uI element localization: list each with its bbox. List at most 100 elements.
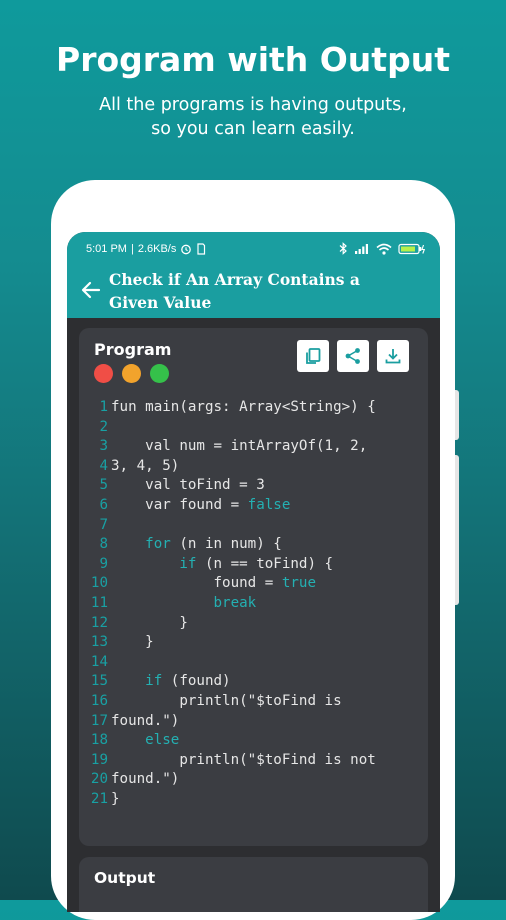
code-text: if (n == toFind) { — [179, 555, 334, 572]
code-keyword: break — [213, 594, 257, 611]
promo-subtitle-line1: All the programs is having outputs, — [99, 95, 407, 115]
code-line: 19 println("$toFind is not — [87, 751, 422, 771]
phone-side-button — [455, 455, 459, 605]
code-line: 8 for (n in num) { — [87, 535, 422, 555]
line-number: 12 — [90, 614, 108, 631]
line-number: 10 — [90, 575, 108, 592]
code-keyword: else — [145, 732, 180, 749]
phone-screen: 5:01 PM | 2.6KB/s Check if An Array Cont… — [67, 232, 440, 912]
code-text: println("$toFind is not — [111, 751, 376, 768]
code-line: 6 var found = false — [87, 496, 422, 516]
code-text: for (n in num) { — [145, 536, 282, 553]
code-text: } — [111, 790, 120, 807]
line-number: 14 — [90, 653, 108, 670]
code-text: found.") — [111, 712, 180, 729]
program-actions — [297, 340, 409, 372]
code-line: 20 found.") — [87, 770, 422, 790]
code-line: 17 found.") — [87, 712, 422, 732]
alarm-icon — [181, 244, 192, 255]
line-number: 18 — [90, 732, 108, 749]
code-text: else — [108, 731, 179, 751]
status-separator: | — [130, 243, 134, 255]
code-text: } — [111, 614, 188, 631]
promo-subtitle-line2: so you can learn easily. — [151, 119, 355, 139]
code-line: 9 if (n == toFind) { — [87, 555, 422, 575]
program-label: Program — [94, 340, 172, 359]
code-keyword: if — [145, 673, 163, 690]
code-line: 13 } — [87, 633, 422, 653]
back-arrow-icon[interactable] — [79, 278, 103, 302]
code-line: 16 println("$toFind is — [87, 692, 422, 712]
page-title-line2: Given Value — [109, 293, 212, 312]
signal-icon — [355, 243, 368, 254]
code-line: 4 3, 4, 5) — [87, 457, 422, 477]
share-button[interactable] — [337, 340, 369, 372]
code-keyword: false — [247, 496, 291, 513]
code-keyword: if — [179, 555, 197, 572]
yellow-dot — [122, 364, 141, 383]
download-icon — [385, 349, 401, 364]
code-block: 1 fun main(args: Array<String>) {2 3 val n… — [87, 398, 422, 809]
line-number: 8 — [99, 536, 108, 553]
line-number: 7 — [99, 516, 108, 533]
storage-icon — [197, 243, 206, 255]
app-bar: Check if An Array Contains a Given Value — [67, 268, 440, 318]
code-line: 10 found = true — [87, 574, 422, 594]
code-keyword: true — [281, 575, 317, 592]
code-text: var found = false — [111, 496, 291, 513]
download-button[interactable] — [377, 340, 409, 372]
promo-title: Program with Output — [56, 40, 450, 79]
code-text: break — [108, 594, 257, 614]
code-line: 2 — [87, 418, 422, 438]
green-dot — [150, 364, 169, 383]
battery-icon — [398, 243, 426, 254]
line-number: 21 — [90, 790, 108, 807]
code-line: 12 } — [87, 614, 422, 634]
status-bar: 5:01 PM | 2.6KB/s — [67, 232, 440, 268]
code-line: 1 fun main(args: Array<String>) { — [87, 398, 422, 418]
code-text: if (found) — [145, 673, 231, 690]
line-number: 9 — [99, 555, 108, 572]
code-text: } — [111, 634, 154, 651]
line-number: 19 — [90, 751, 108, 768]
code-line: 18 else — [87, 731, 422, 751]
status-time: 5:01 PM — [86, 243, 127, 255]
code-line: 11 break — [87, 594, 422, 614]
line-number: 13 — [90, 634, 108, 651]
code-line: 15 if (found) — [87, 672, 422, 692]
program-card: Program 1 fun main(args: Array<String>) {… — [79, 328, 428, 846]
line-number: 1 — [99, 399, 108, 415]
code-text: 3, 4, 5) — [111, 457, 180, 474]
line-number: 15 — [90, 673, 108, 690]
copy-icon — [306, 348, 321, 364]
promo-subtitle: All the programs is having outputs, so y… — [0, 93, 506, 141]
code-line: 21} — [87, 790, 422, 810]
code-line: 14 — [87, 653, 422, 673]
line-number: 3 — [99, 438, 108, 455]
page-title: Check if An Array Contains a Given Value — [109, 268, 429, 314]
copy-button[interactable] — [297, 340, 329, 372]
line-number: 11 — [90, 594, 108, 611]
output-card: Output — [79, 857, 428, 912]
status-speed: 2.6KB/s — [137, 243, 177, 255]
window-dots — [94, 364, 169, 383]
code-text: println("$toFind is — [111, 692, 342, 709]
phone-volume-button — [455, 390, 459, 440]
line-number: 16 — [90, 692, 108, 709]
code-keyword: for — [145, 536, 171, 553]
page-title-line1: Check if An Array Contains a — [109, 270, 360, 289]
code-line: 7 — [87, 516, 422, 536]
code-text: val toFind = 3 — [111, 477, 265, 494]
code-text: val num = intArrayOf(1, 2, — [111, 438, 368, 455]
output-label: Output — [94, 869, 156, 887]
code-line: 3 val num = intArrayOf(1, 2, — [87, 437, 422, 457]
red-dot — [94, 364, 113, 383]
line-number: 2 — [99, 418, 108, 435]
line-number: 4 — [99, 457, 108, 474]
line-number: 20 — [90, 771, 108, 788]
code-text: found.") — [111, 771, 180, 788]
bluetooth-icon — [339, 242, 347, 255]
